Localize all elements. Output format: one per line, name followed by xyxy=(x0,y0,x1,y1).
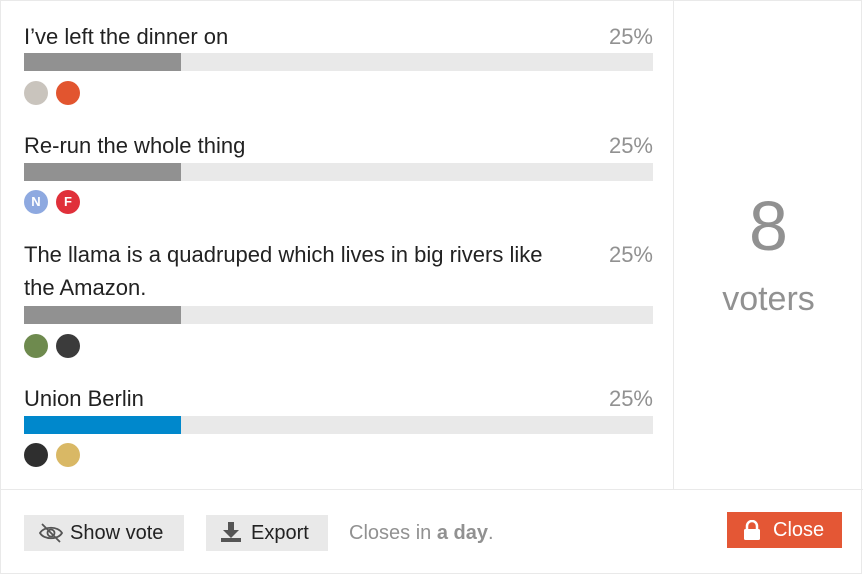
option-voters xyxy=(24,81,88,107)
option-bar-fill xyxy=(24,163,182,181)
option-voters: NF xyxy=(24,190,88,216)
poll-container: I’ve left the dinner on 25% Re-run the w… xyxy=(0,0,863,575)
voter-avatar-5[interactable] xyxy=(24,334,48,358)
poll-options: I’ve left the dinner on 25% Re-run the w… xyxy=(1,1,674,489)
voter-avatar-6[interactable] xyxy=(56,334,80,358)
close-label: Close xyxy=(773,519,825,541)
lock-icon xyxy=(744,520,760,540)
export-button[interactable]: Export xyxy=(206,515,328,551)
option-percentage: 25% xyxy=(608,24,653,49)
closes-suffix: . xyxy=(487,522,494,544)
option-bar-fill xyxy=(24,306,182,324)
option-voters xyxy=(24,334,88,360)
show-vote-button[interactable]: Show vote xyxy=(24,515,184,551)
option-text: Re-run the whole thing xyxy=(24,133,246,158)
option-percentage: 25% xyxy=(608,133,653,158)
download-icon xyxy=(221,522,241,542)
closes-time: a day xyxy=(436,522,488,544)
option-voters xyxy=(24,443,88,469)
option-percentage: 25% xyxy=(608,386,653,411)
voters-count: 8 xyxy=(749,187,788,265)
option-bar-fill xyxy=(24,53,182,71)
poll-option[interactable]: Re-run the whole thing 25% NF xyxy=(24,129,653,217)
poll-closes-text: Closes in a day. xyxy=(349,515,494,551)
voter-avatar-4[interactable]: F xyxy=(56,190,80,214)
option-percentage: 25% xyxy=(608,242,653,267)
close-poll-button[interactable]: Close xyxy=(727,512,842,548)
voter-avatar-7[interactable] xyxy=(24,443,48,467)
option-bar xyxy=(24,53,653,71)
show-vote-label: Show vote xyxy=(70,522,164,544)
option-text: Union Berlin xyxy=(24,386,144,411)
voters-summary: 8 voters xyxy=(674,1,863,489)
poll-footer: Show vote Export Closes in a day. Close xyxy=(1,489,863,575)
option-bar-fill xyxy=(24,416,182,434)
closes-prefix: Closes in xyxy=(349,522,437,544)
option-bar xyxy=(24,306,653,324)
voter-avatar-2[interactable] xyxy=(56,81,80,105)
option-text: I’ve left the dinner on xyxy=(24,24,229,49)
voter-avatar-1[interactable] xyxy=(24,81,48,105)
avatar-letter: F xyxy=(64,194,72,209)
eye-slash-icon xyxy=(38,523,64,543)
voter-avatar-8[interactable] xyxy=(56,443,80,467)
voters-label: voters xyxy=(722,280,815,318)
export-label: Export xyxy=(251,522,309,544)
voter-avatar-3[interactable]: N xyxy=(24,190,48,214)
option-bar xyxy=(24,163,653,181)
poll-option[interactable]: The llama is a quadruped which lives in … xyxy=(24,238,653,362)
option-text: The llama is a quadruped which lives in … xyxy=(24,242,543,300)
poll-option[interactable]: Union Berlin 25% xyxy=(24,382,653,470)
option-bar xyxy=(24,416,653,434)
avatar-letter: N xyxy=(31,194,41,209)
poll-option[interactable]: I’ve left the dinner on 25% xyxy=(24,20,653,108)
